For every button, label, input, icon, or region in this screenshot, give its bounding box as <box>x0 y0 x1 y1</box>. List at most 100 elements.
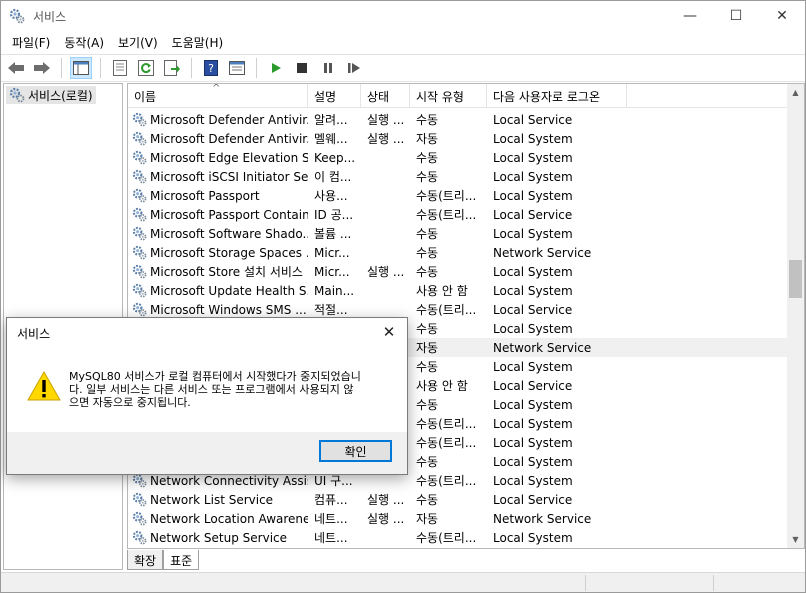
svg-text:?: ? <box>208 62 214 75</box>
menu-help[interactable]: 도움말(H) <box>165 31 231 53</box>
table-row[interactable]: Microsoft Update Health S... Main... 사용 안 … <box>128 281 788 300</box>
maximize-icon: ☐ <box>729 8 743 24</box>
service-name: Microsoft iSCSI Initiator Se... <box>128 169 308 184</box>
view-button[interactable] <box>226 57 248 79</box>
service-log-on-as-text: Network Service <box>493 340 592 355</box>
service-status-text: 실행 ... <box>367 265 405 279</box>
service-log-on-as: Local System <box>487 398 627 412</box>
window-title: 서비스 <box>33 10 67 24</box>
tab-standard[interactable]: 표준 <box>163 550 200 570</box>
service-gear-icon <box>132 511 147 526</box>
dialog-close-button[interactable]: ✕ <box>377 322 401 342</box>
forward-button[interactable] <box>31 57 53 79</box>
service-startup-type-text: 자동 <box>416 132 439 146</box>
service-name: Microsoft Defender Antivir... <box>128 112 308 127</box>
service-startup-type-text: 수동 <box>416 322 439 336</box>
table-row[interactable]: Microsoft Passport Container ID 공... 수동(트리… <box>128 205 788 224</box>
table-row[interactable]: Microsoft Software Shado... 볼륨 ... 수동 Local… <box>128 224 788 243</box>
column-header-name[interactable]: ^ 이름 <box>128 84 308 108</box>
service-startup-type: 수동 <box>410 320 487 337</box>
table-row[interactable]: Microsoft Defender Antivir... 알려... 실행 ...… <box>128 110 788 129</box>
table-row[interactable]: Microsoft Storage Spaces ... Micr... 수동 Net… <box>128 243 788 262</box>
service-name-text: Network Setup Service <box>150 530 288 545</box>
back-arrow-icon <box>8 62 24 74</box>
stop-service-icon <box>297 63 307 73</box>
service-gear-icon <box>132 131 147 146</box>
table-row[interactable]: Microsoft Edge Elevation S... Keep... 수동 Lo… <box>128 148 788 167</box>
maximize-button[interactable]: ☐ <box>713 1 759 31</box>
service-description: 적절... <box>308 301 361 318</box>
service-startup-type-text: 자동 <box>416 512 439 526</box>
scroll-down-icon[interactable]: ▼ <box>787 531 804 548</box>
column-header-status[interactable]: 상태 <box>361 84 410 108</box>
forward-arrow-icon <box>34 62 50 74</box>
vertical-scrollbar[interactable]: ▲ ▼ <box>787 84 804 548</box>
service-startup-type: 수동 <box>410 396 487 413</box>
table-row[interactable]: Microsoft iSCSI Initiator Se... 이 컴... 수동 L… <box>128 167 788 186</box>
ok-button[interactable]: 확인 <box>319 440 392 462</box>
tab-extended[interactable]: 확장 <box>127 550 164 570</box>
help-button[interactable]: ? <box>200 57 222 79</box>
service-description-text: Main... <box>314 283 355 298</box>
column-header-startup-type[interactable]: 시작 유형 <box>410 84 487 108</box>
minimize-button[interactable]: — <box>667 1 713 31</box>
service-startup-type: 자동 <box>410 510 487 527</box>
service-log-on-as: Local System <box>487 227 627 241</box>
scroll-thumb[interactable] <box>789 260 802 298</box>
table-row[interactable]: Microsoft Passport 사용... 수동(트리... Local Sys… <box>128 186 788 205</box>
back-button[interactable] <box>5 57 27 79</box>
service-startup-type: 수동 <box>410 225 487 242</box>
service-log-on-as-text: Local System <box>493 359 573 374</box>
scroll-up-icon[interactable]: ▲ <box>787 84 804 101</box>
tree-item-services-local[interactable]: 서비스(로컬) <box>6 86 96 104</box>
properties-icon <box>113 60 127 76</box>
table-row[interactable]: Microsoft Defender Antivir... 멜웨... 실행 ...… <box>128 129 788 148</box>
pause-service-button[interactable] <box>317 57 339 79</box>
restart-service-button[interactable] <box>343 57 365 79</box>
service-log-on-as-text: Local System <box>493 435 573 450</box>
service-gear-icon <box>132 226 147 241</box>
status-divider <box>713 575 714 591</box>
start-service-button[interactable] <box>265 57 287 79</box>
show-tree-button[interactable] <box>70 57 92 79</box>
service-startup-type-text: 수동 <box>416 493 439 507</box>
service-startup-type: 사용 안 함 <box>410 282 487 299</box>
stop-service-button[interactable] <box>291 57 313 79</box>
service-description: 멜웨... <box>308 130 361 147</box>
service-gear-icon <box>132 112 147 127</box>
service-startup-type-text: 자동 <box>416 341 439 355</box>
service-description: 이 컴... <box>308 168 361 185</box>
close-icon: ✕ <box>776 8 788 24</box>
service-startup-type-text: 수동 <box>416 113 439 127</box>
menu-action[interactable]: 동작(A) <box>57 31 111 53</box>
services-gear-icon <box>9 87 25 103</box>
service-startup-type-text: 수동(트리... <box>416 189 477 203</box>
properties-button[interactable] <box>109 57 131 79</box>
close-button[interactable]: ✕ <box>759 1 805 31</box>
table-row[interactable]: Network Setup Service 네트... 수동(트리... Local … <box>128 528 788 547</box>
service-name: Microsoft Software Shado... <box>128 226 308 241</box>
service-description: 볼륨 ... <box>308 225 361 242</box>
status-divider <box>585 575 586 591</box>
warning-icon <box>27 370 61 401</box>
service-description: Micr... <box>308 265 361 279</box>
table-row[interactable]: Microsoft Store 설치 서비스 Micr... 실행 ... 수동 Loc… <box>128 262 788 281</box>
service-log-on-as-text: Local System <box>493 416 573 431</box>
service-log-on-as-text: Local Service <box>493 207 573 222</box>
menu-view[interactable]: 보기(V) <box>111 31 165 53</box>
service-description-text: 볼륨 ... <box>314 227 352 241</box>
status-bar <box>1 572 805 592</box>
table-row[interactable]: Network List Service 컴퓨... 실행 ... 수동 Local S… <box>128 490 788 509</box>
export-list-button[interactable] <box>161 57 183 79</box>
table-row[interactable]: Network Location Awareness 네트... 실행 ... 자동 N… <box>128 509 788 528</box>
service-name: Microsoft Store 설치 서비스 <box>128 263 308 280</box>
service-log-on-as-text: Local Service <box>493 302 573 317</box>
services-gear-icon <box>9 8 25 24</box>
column-header-description[interactable]: 설명 <box>308 84 361 108</box>
service-startup-type-text: 수동 <box>416 170 439 184</box>
export-list-icon <box>164 60 180 76</box>
column-header-log-on-as[interactable]: 다음 사용자로 로그온 <box>487 84 627 108</box>
menu-file[interactable]: 파일(F) <box>5 31 57 53</box>
refresh-button[interactable] <box>135 57 157 79</box>
service-description-text: 멜웨... <box>314 132 348 146</box>
